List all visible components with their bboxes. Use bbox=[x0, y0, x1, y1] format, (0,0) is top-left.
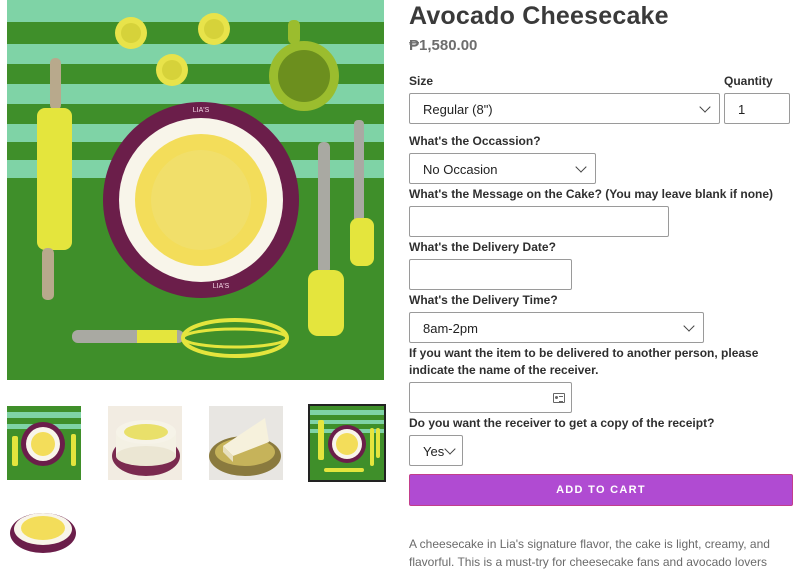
receiver-label: If you want the item to be delivered to … bbox=[409, 346, 759, 377]
size-select-value: Regular (8") bbox=[423, 102, 493, 117]
quantity-value: 1 bbox=[738, 102, 746, 117]
thumbnail-4[interactable] bbox=[308, 404, 386, 482]
add-to-cart-button[interactable]: ADD TO CART bbox=[409, 474, 793, 506]
delivery-time-label: What's the Delivery Time? bbox=[409, 293, 558, 307]
receipt-copy-label: Do you want the receiver to get a copy o… bbox=[409, 416, 715, 430]
delivery-time-select[interactable]: 8am-2pm bbox=[409, 312, 704, 343]
quantity-input[interactable]: 1 bbox=[724, 93, 790, 124]
message-input[interactable] bbox=[409, 206, 669, 237]
main-product-image[interactable]: LIA'S LIA'S bbox=[7, 0, 384, 380]
contact-card-icon bbox=[553, 393, 565, 403]
size-label: Size bbox=[409, 74, 434, 88]
chevron-down-icon bbox=[444, 443, 456, 455]
receiver-name-input[interactable] bbox=[409, 382, 572, 413]
thumbnail-3[interactable] bbox=[209, 406, 283, 480]
chevron-down-icon bbox=[575, 161, 587, 173]
product-price: ₱1,580.00 bbox=[409, 37, 478, 54]
receipt-copy-select[interactable]: Yes bbox=[409, 435, 463, 466]
occasion-label: What's the Occassion? bbox=[409, 134, 541, 148]
thumbnail-5[interactable] bbox=[7, 503, 81, 557]
product-description: A cheesecake in Lia's signature flavor, … bbox=[409, 537, 770, 569]
quantity-label: Quantity bbox=[724, 74, 773, 88]
delivery-time-value: 8am-2pm bbox=[423, 321, 478, 336]
thumbnail-2[interactable] bbox=[108, 406, 182, 480]
plate-logo-text-bottom: LIA'S bbox=[213, 283, 230, 290]
message-label: What's the Message on the Cake? (You may… bbox=[409, 187, 774, 201]
chevron-down-icon bbox=[699, 101, 711, 113]
delivery-date-input[interactable] bbox=[409, 259, 572, 290]
delivery-date-label: What's the Delivery Date? bbox=[409, 240, 556, 254]
occasion-select[interactable]: No Occasion bbox=[409, 153, 596, 184]
plate-logo-text: LIA'S bbox=[193, 107, 210, 114]
occasion-select-value: No Occasion bbox=[423, 162, 498, 177]
product-title: Avocado Cheesecake bbox=[409, 2, 669, 30]
thumbnail-1[interactable] bbox=[7, 406, 81, 480]
size-select[interactable]: Regular (8") bbox=[409, 93, 720, 124]
receipt-copy-value: Yes bbox=[423, 444, 445, 459]
chevron-down-icon bbox=[683, 320, 695, 332]
